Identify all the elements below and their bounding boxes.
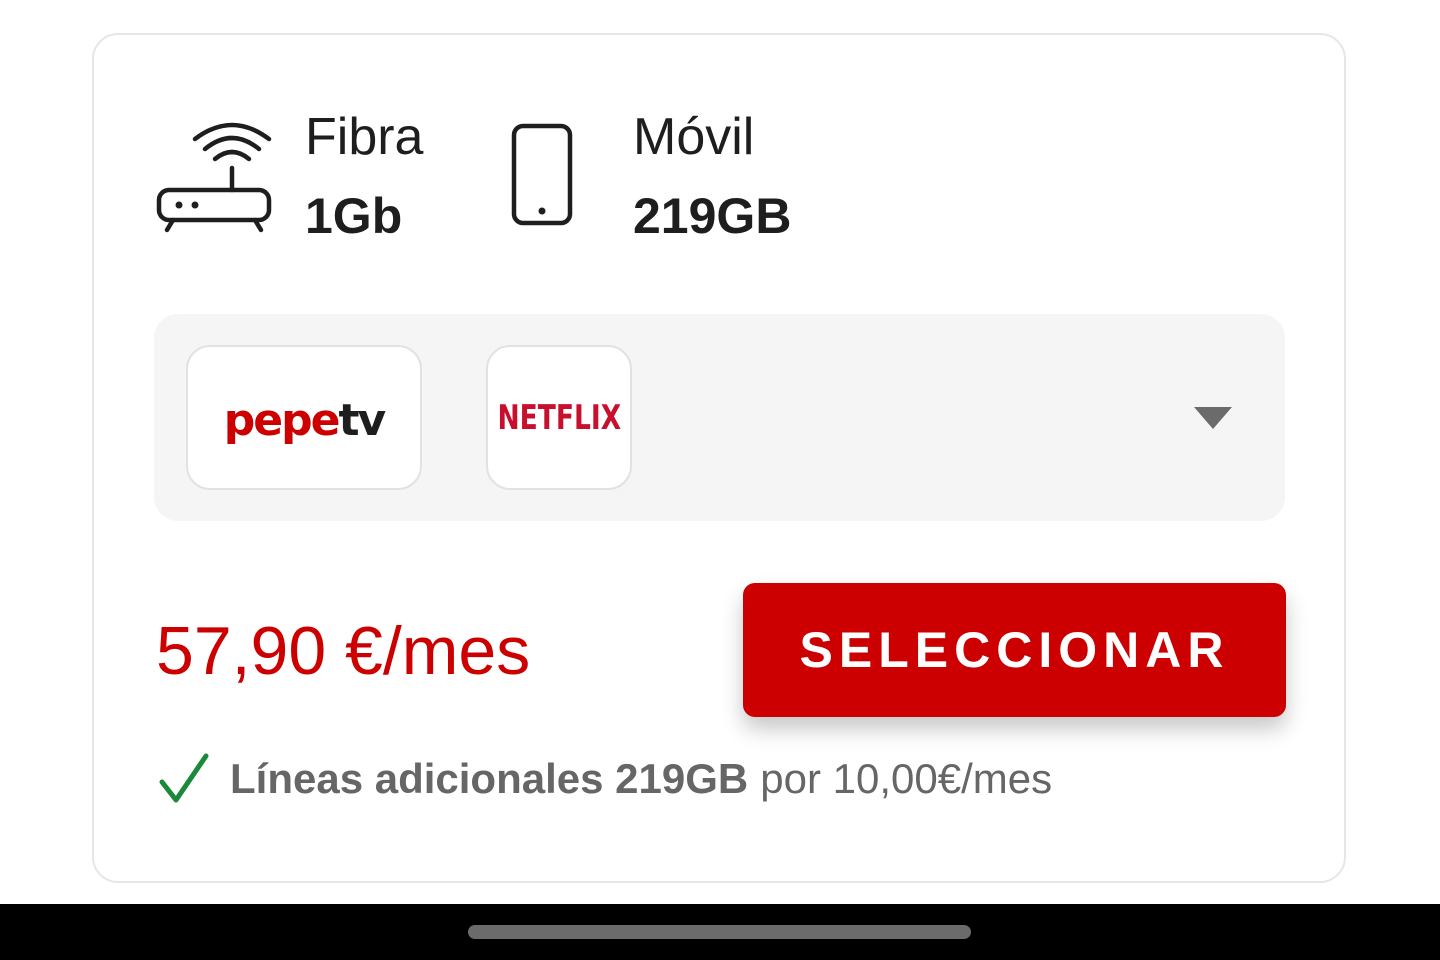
netflix-tile: NETFLIX (486, 345, 632, 490)
check-icon (159, 753, 209, 803)
netflix-logo: NETFLIX (497, 397, 621, 438)
included-services-panel[interactable]: pepetv NETFLIX (154, 314, 1285, 521)
pepetv-tile: pepetv (186, 345, 422, 490)
home-indicator[interactable] (468, 925, 971, 939)
system-navigation-bar (0, 904, 1440, 960)
movil-data: 219GB (633, 188, 792, 244)
pepetv-logo: pepetv (223, 395, 386, 446)
additional-lines-title: Líneas adicionales 219GB (230, 755, 749, 802)
monthly-price: 57,90 €/mes (156, 613, 531, 689)
additional-lines-note: Líneas adicionales 219GB por 10,00€/mes (158, 752, 1052, 806)
router-wifi-icon (156, 122, 272, 233)
movil-label: Móvil (633, 108, 755, 166)
smartphone-icon (511, 123, 573, 226)
select-button[interactable]: SELECCIONAR (743, 583, 1286, 717)
chevron-down-icon[interactable] (1194, 407, 1232, 429)
fibra-speed: 1Gb (305, 188, 403, 244)
additional-lines-price: por 10,00€/mes (760, 755, 1053, 802)
fibra-label: Fibra (305, 108, 424, 166)
